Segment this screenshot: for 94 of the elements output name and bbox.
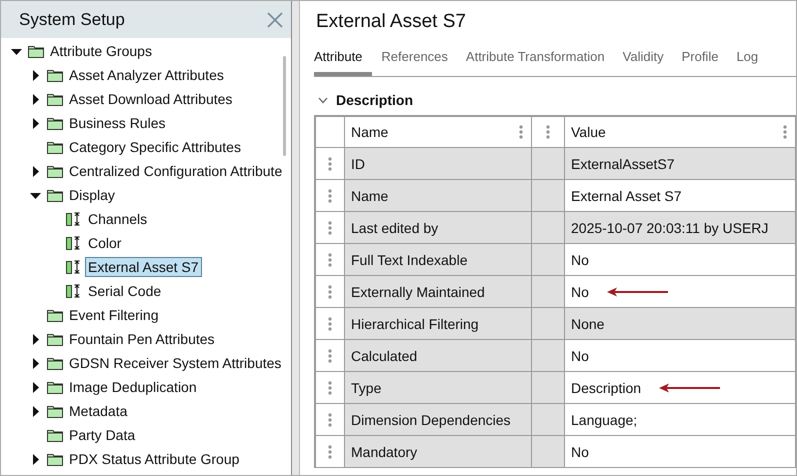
row-handle-icon[interactable] bbox=[328, 316, 332, 330]
tab[interactable]: Attribute Transformation bbox=[456, 45, 614, 72]
folder-icon bbox=[47, 92, 63, 106]
tab[interactable]: References bbox=[372, 45, 457, 72]
table-cell: Full Text Indexable bbox=[345, 244, 532, 276]
tree-item[interactable]: Channels bbox=[85, 209, 150, 229]
expand-triangle-icon[interactable] bbox=[30, 118, 41, 128]
tree-item[interactable]: Fountain Pen Attributes bbox=[66, 329, 218, 349]
cell-value: No bbox=[571, 444, 589, 460]
tab[interactable]: Attribute bbox=[314, 45, 372, 76]
attribute-icon bbox=[66, 260, 82, 274]
cell-value: External Asset S7 bbox=[571, 188, 682, 204]
attribute-icon bbox=[66, 236, 82, 250]
row-handle-icon[interactable] bbox=[328, 156, 332, 170]
row-handle-icon[interactable] bbox=[328, 188, 332, 202]
tree-item[interactable]: Party Data bbox=[66, 425, 138, 445]
tree-item[interactable]: Serial Code bbox=[85, 281, 164, 301]
tree-item[interactable]: Asset Analyzer Attributes bbox=[66, 65, 227, 85]
cell-value: No bbox=[571, 284, 589, 300]
expand-triangle-icon[interactable] bbox=[30, 382, 41, 392]
folder-icon bbox=[47, 188, 63, 202]
folder-icon bbox=[47, 68, 63, 82]
table-cell: Type bbox=[345, 372, 532, 404]
tree-item[interactable]: Centralized Configuration Attribute bbox=[66, 161, 286, 181]
tab[interactable]: Profile bbox=[672, 45, 728, 72]
row-handle-icon[interactable] bbox=[328, 444, 332, 458]
cell-value: ExternalAssetS7 bbox=[571, 156, 674, 172]
row-handle-icon[interactable] bbox=[328, 252, 332, 266]
tree-item[interactable]: Display bbox=[66, 185, 118, 205]
panel-title: System Setup bbox=[19, 10, 125, 30]
tab[interactable]: Validity bbox=[614, 45, 673, 72]
folder-icon bbox=[47, 428, 63, 442]
folder-icon bbox=[47, 356, 63, 370]
table-cell: Hierarchical Filtering bbox=[345, 308, 532, 340]
tree-item[interactable]: Business Rules bbox=[66, 113, 168, 133]
table-cell: Dimension Dependencies bbox=[345, 404, 532, 436]
tree-item[interactable]: Event Filtering bbox=[66, 305, 162, 325]
table-cell: ID bbox=[345, 148, 532, 180]
column-menu-icon[interactable] bbox=[783, 125, 787, 139]
column-header[interactable]: Name bbox=[345, 117, 532, 148]
folder-icon bbox=[47, 164, 63, 178]
chevron-down-icon[interactable] bbox=[318, 96, 328, 104]
expand-triangle-icon[interactable] bbox=[30, 94, 41, 104]
folder-icon bbox=[28, 44, 44, 58]
tree-item[interactable]: Color bbox=[85, 233, 124, 253]
row-handle-icon[interactable] bbox=[328, 380, 332, 394]
tree-item[interactable]: GDSN Receiver System Attributes bbox=[66, 353, 284, 373]
folder-icon bbox=[47, 140, 63, 154]
column-menu-icon[interactable] bbox=[519, 125, 523, 139]
folder-icon bbox=[47, 308, 63, 322]
tree-item[interactable]: PDX Status Attribute Group bbox=[66, 449, 242, 469]
table-cell: Mandatory bbox=[345, 436, 532, 468]
cell-value: 2025-10-07 20:03:11 by USERJ bbox=[571, 220, 768, 236]
tab[interactable]: Log bbox=[727, 45, 768, 72]
expand-triangle-icon[interactable] bbox=[30, 334, 41, 344]
row-handle-icon[interactable] bbox=[328, 412, 332, 426]
page-title: External Asset S7 bbox=[316, 11, 467, 34]
expand-triangle-icon[interactable] bbox=[30, 406, 41, 416]
column-header[interactable] bbox=[532, 117, 565, 148]
splitter[interactable] bbox=[292, 1, 300, 475]
tree-item[interactable]: Asset Download Attributes bbox=[66, 89, 236, 109]
cell-value: Language; bbox=[571, 412, 638, 428]
column-menu-icon[interactable] bbox=[546, 125, 550, 139]
folder-icon bbox=[47, 380, 63, 394]
row-handle-icon[interactable] bbox=[328, 284, 332, 298]
tree-item[interactable]: Attribute Groups bbox=[47, 41, 155, 61]
cell-value: No bbox=[571, 348, 589, 364]
table-cell: Last edited by bbox=[345, 212, 532, 244]
row-handle-icon[interactable] bbox=[328, 220, 332, 234]
section-title: Description bbox=[336, 92, 414, 108]
cell-value: None bbox=[571, 316, 604, 332]
tree-item[interactable]: Image Deduplication bbox=[66, 377, 200, 397]
cell-value: Description bbox=[571, 380, 642, 396]
expand-triangle-icon[interactable] bbox=[30, 358, 41, 368]
expand-triangle-icon[interactable] bbox=[30, 454, 41, 464]
cell-value: No bbox=[571, 252, 589, 268]
scrollbar[interactable] bbox=[283, 56, 286, 156]
table-cell: Calculated bbox=[345, 340, 532, 372]
tree-item[interactable]: Category Specific Attributes bbox=[66, 137, 244, 157]
close-icon[interactable] bbox=[267, 12, 283, 28]
folder-icon bbox=[47, 452, 63, 466]
table-cell: Name bbox=[345, 180, 532, 212]
table-cell: Externally Maintained bbox=[345, 276, 532, 308]
folder-icon bbox=[47, 404, 63, 418]
attribute-icon bbox=[66, 212, 82, 226]
tree-item[interactable]: External Asset S7 bbox=[85, 257, 202, 277]
column-header[interactable]: Value bbox=[565, 117, 796, 148]
row-handle-icon[interactable] bbox=[328, 348, 332, 362]
attribute-icon bbox=[66, 284, 82, 298]
folder-icon bbox=[47, 116, 63, 130]
folder-icon bbox=[47, 332, 63, 346]
expand-triangle-icon[interactable] bbox=[30, 70, 41, 80]
expand-triangle-icon[interactable] bbox=[30, 166, 41, 176]
tree-item[interactable]: Metadata bbox=[66, 401, 130, 421]
